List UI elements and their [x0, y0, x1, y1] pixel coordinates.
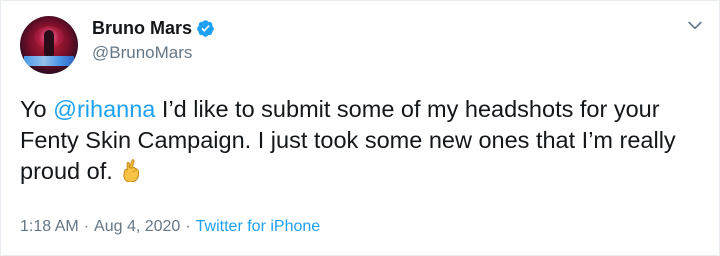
tweet-text: Yo @rihanna I’d like to submit some of m…: [20, 94, 700, 187]
tweet-date[interactable]: Aug 4, 2020: [94, 216, 180, 238]
crossed-fingers-icon: [123, 159, 139, 182]
author-block: Bruno Mars @BrunoMars: [92, 17, 215, 63]
avatar-figure: [44, 30, 54, 56]
tweet-source-link[interactable]: Twitter for iPhone: [196, 216, 321, 238]
tweet-card: Bruno Mars @BrunoMars Yo @rihanna I’d li…: [0, 0, 720, 256]
author-handle[interactable]: @BrunoMars: [92, 42, 215, 63]
meta-separator: ·: [83, 218, 90, 235]
avatar[interactable]: [20, 16, 78, 74]
mention-link[interactable]: @rihanna: [53, 96, 155, 122]
meta-separator: ·: [185, 218, 191, 235]
author-display-name[interactable]: Bruno Mars: [92, 17, 192, 39]
tweet-text-lead: Yo: [20, 96, 54, 122]
avatar-stage-floor: [24, 56, 74, 66]
tweet-time[interactable]: 1:18 AM: [20, 216, 79, 238]
author-name-row[interactable]: Bruno Mars: [92, 17, 215, 39]
chevron-down-icon[interactable]: [685, 15, 705, 35]
verified-badge-icon: [197, 19, 214, 37]
tweet-meta: 1:18 AM · Aug 4, 2020 · Twitter for iPho…: [20, 216, 320, 238]
